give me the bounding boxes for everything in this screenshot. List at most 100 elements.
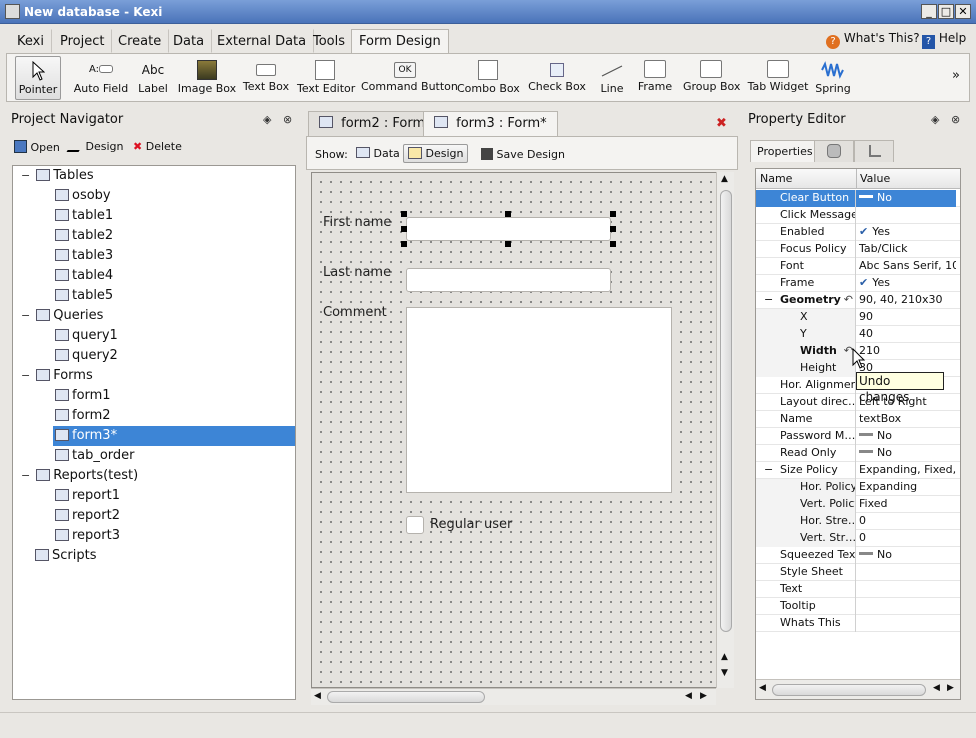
spring-tool[interactable]: Spring xyxy=(813,56,853,100)
delete-button[interactable]: ✖ Delete xyxy=(133,140,182,153)
tree-item[interactable]: tab_order xyxy=(13,446,295,466)
property-row[interactable]: Frame ✔ Yes xyxy=(756,275,960,292)
text-box-tool[interactable]: Text Box xyxy=(241,56,291,100)
property-row[interactable]: Style Sheet xyxy=(756,564,960,581)
resize-handle[interactable] xyxy=(401,211,407,217)
property-horizontal-scrollbar[interactable]: ◀ ◀ ▶ xyxy=(756,679,960,699)
tree-item[interactable]: table4 xyxy=(13,266,295,286)
open-button[interactable]: Open xyxy=(14,140,60,154)
data-view-button[interactable]: Data xyxy=(353,145,403,162)
scrollbar-thumb[interactable] xyxy=(772,684,926,696)
property-row[interactable]: Password M… No xyxy=(756,428,960,445)
scroll-right-icon[interactable]: ▶ xyxy=(947,683,954,693)
scrollbar-thumb[interactable] xyxy=(327,691,485,703)
scroll-left-icon[interactable]: ◀ xyxy=(314,691,321,701)
design-button[interactable]: Design xyxy=(66,140,123,153)
tab-data-source[interactable] xyxy=(814,140,854,162)
property-row[interactable]: Hor. Stre…0 xyxy=(756,513,960,530)
scroll-left-icon[interactable]: ◀ xyxy=(685,691,692,701)
resize-handle[interactable] xyxy=(610,226,616,232)
property-row[interactable]: X 90 xyxy=(756,309,960,326)
collapse-icon[interactable]: − xyxy=(21,469,30,482)
tree-item[interactable]: table3 xyxy=(13,246,295,266)
image-box-tool[interactable]: Image Box xyxy=(177,56,237,100)
property-row[interactable]: Click Message xyxy=(756,207,960,224)
scroll-right-icon[interactable]: ▶ xyxy=(700,691,707,701)
collapse-icon[interactable]: − xyxy=(21,369,30,382)
property-row[interactable]: Text xyxy=(756,581,960,598)
close-window-button[interactable]: ✕ xyxy=(955,4,971,19)
resize-handle[interactable] xyxy=(401,226,407,232)
regular-user-checkbox[interactable] xyxy=(406,516,424,534)
collapse-icon[interactable]: − xyxy=(21,169,30,182)
property-row[interactable]: −Size Policy Expanding, Fixed, 0, xyxy=(756,462,960,479)
combo-box-tool[interactable]: Combo Box xyxy=(457,56,520,100)
tree-item[interactable]: table2 xyxy=(13,226,295,246)
label-tool[interactable]: Abc Label xyxy=(135,56,171,100)
tab-external-data[interactable]: External Data xyxy=(209,29,315,53)
property-row[interactable]: Focus Policy Tab/Click xyxy=(756,241,960,258)
property-row[interactable]: Vert. PolicyFixed xyxy=(756,496,960,513)
comment-field[interactable] xyxy=(406,307,672,493)
tab-form-design[interactable]: Form Design xyxy=(351,29,449,53)
tree-item[interactable]: query2 xyxy=(13,346,295,366)
tab-form3[interactable]: form3 : Form* xyxy=(423,111,558,136)
scroll-up-icon[interactable]: ▲ xyxy=(721,652,728,662)
tab-object-tree[interactable] xyxy=(854,140,894,162)
scroll-left-icon[interactable]: ◀ xyxy=(759,683,766,693)
resize-handle[interactable] xyxy=(505,241,511,247)
tree-item[interactable]: report1 xyxy=(13,486,295,506)
property-row[interactable]: Whats This xyxy=(756,615,960,632)
help-button[interactable]: ? Help xyxy=(922,31,966,49)
property-row[interactable]: Font Abc Sans Serif, 10p xyxy=(756,258,960,275)
tree-item[interactable]: table1 xyxy=(13,206,295,226)
first-name-field[interactable] xyxy=(406,217,611,241)
close-panel-icon[interactable]: ⊗ xyxy=(951,113,960,126)
save-design-button[interactable]: Save Design xyxy=(481,148,565,161)
close-tab-icon[interactable]: ✖ xyxy=(716,116,727,131)
tree-item[interactable]: − Queries xyxy=(13,306,295,326)
tab-widget-tool[interactable]: Tab Widget xyxy=(747,56,809,100)
canvas-vertical-scrollbar[interactable]: ▲ ▲ ▼ xyxy=(716,172,734,688)
collapse-icon[interactable]: − xyxy=(21,309,30,322)
tab-create[interactable]: Create xyxy=(110,29,170,53)
tab-form2[interactable]: form2 : Form xyxy=(308,111,437,136)
resize-handle[interactable] xyxy=(505,211,511,217)
property-row[interactable]: Layout direc…Left to Right xyxy=(756,394,960,411)
tab-tools[interactable]: Tools xyxy=(305,29,353,53)
tree-item[interactable]: Scripts xyxy=(13,546,295,566)
tab-kexi[interactable]: Kexi xyxy=(9,29,52,53)
check-box-tool[interactable]: Check Box xyxy=(527,56,587,100)
tab-properties[interactable]: Properties xyxy=(750,140,820,162)
collapse-icon[interactable]: − xyxy=(764,292,773,308)
property-row[interactable]: Tooltip xyxy=(756,598,960,615)
tree-item[interactable]: − Tables xyxy=(13,166,295,186)
tree-item[interactable]: report2 xyxy=(13,506,295,526)
canvas-horizontal-scrollbar[interactable]: ◀ ◀ ▶ xyxy=(311,688,716,705)
resize-handle[interactable] xyxy=(401,241,407,247)
tree-item[interactable]: form1 xyxy=(13,386,295,406)
property-row[interactable]: Y 40 xyxy=(756,326,960,343)
tree-item[interactable]: query1 xyxy=(13,326,295,346)
group-box-tool[interactable]: Group Box xyxy=(683,56,740,100)
tree-item[interactable]: osoby xyxy=(13,186,295,206)
scroll-left-icon[interactable]: ◀ xyxy=(933,683,940,693)
property-row[interactable]: Clear Button No xyxy=(756,190,960,207)
property-row[interactable]: Hor. Policy Expanding xyxy=(756,479,960,496)
property-row[interactable]: Enabled ✔ Yes xyxy=(756,224,960,241)
toolbar-overflow-button[interactable]: » xyxy=(952,68,960,83)
tree-item[interactable]: report3 xyxy=(13,526,295,546)
text-editor-tool[interactable]: Text Editor xyxy=(297,56,355,100)
auto-field-tool[interactable]: A: Auto Field xyxy=(71,56,131,100)
float-panel-icon[interactable]: ◈ xyxy=(931,113,939,126)
minimize-button[interactable]: _ xyxy=(921,4,937,19)
tree-item[interactable]: − Reports(test) xyxy=(13,466,295,486)
property-row[interactable]: Vert. Str… 0 xyxy=(756,530,960,547)
frame-tool[interactable]: Frame xyxy=(635,56,675,100)
resize-handle[interactable] xyxy=(610,211,616,217)
pointer-tool[interactable]: Pointer xyxy=(15,56,61,100)
scroll-down-icon[interactable]: ▼ xyxy=(721,668,728,678)
scroll-up-icon[interactable]: ▲ xyxy=(721,174,728,184)
design-view-button[interactable]: Design xyxy=(403,144,469,163)
maximize-button[interactable]: □ xyxy=(938,4,954,19)
